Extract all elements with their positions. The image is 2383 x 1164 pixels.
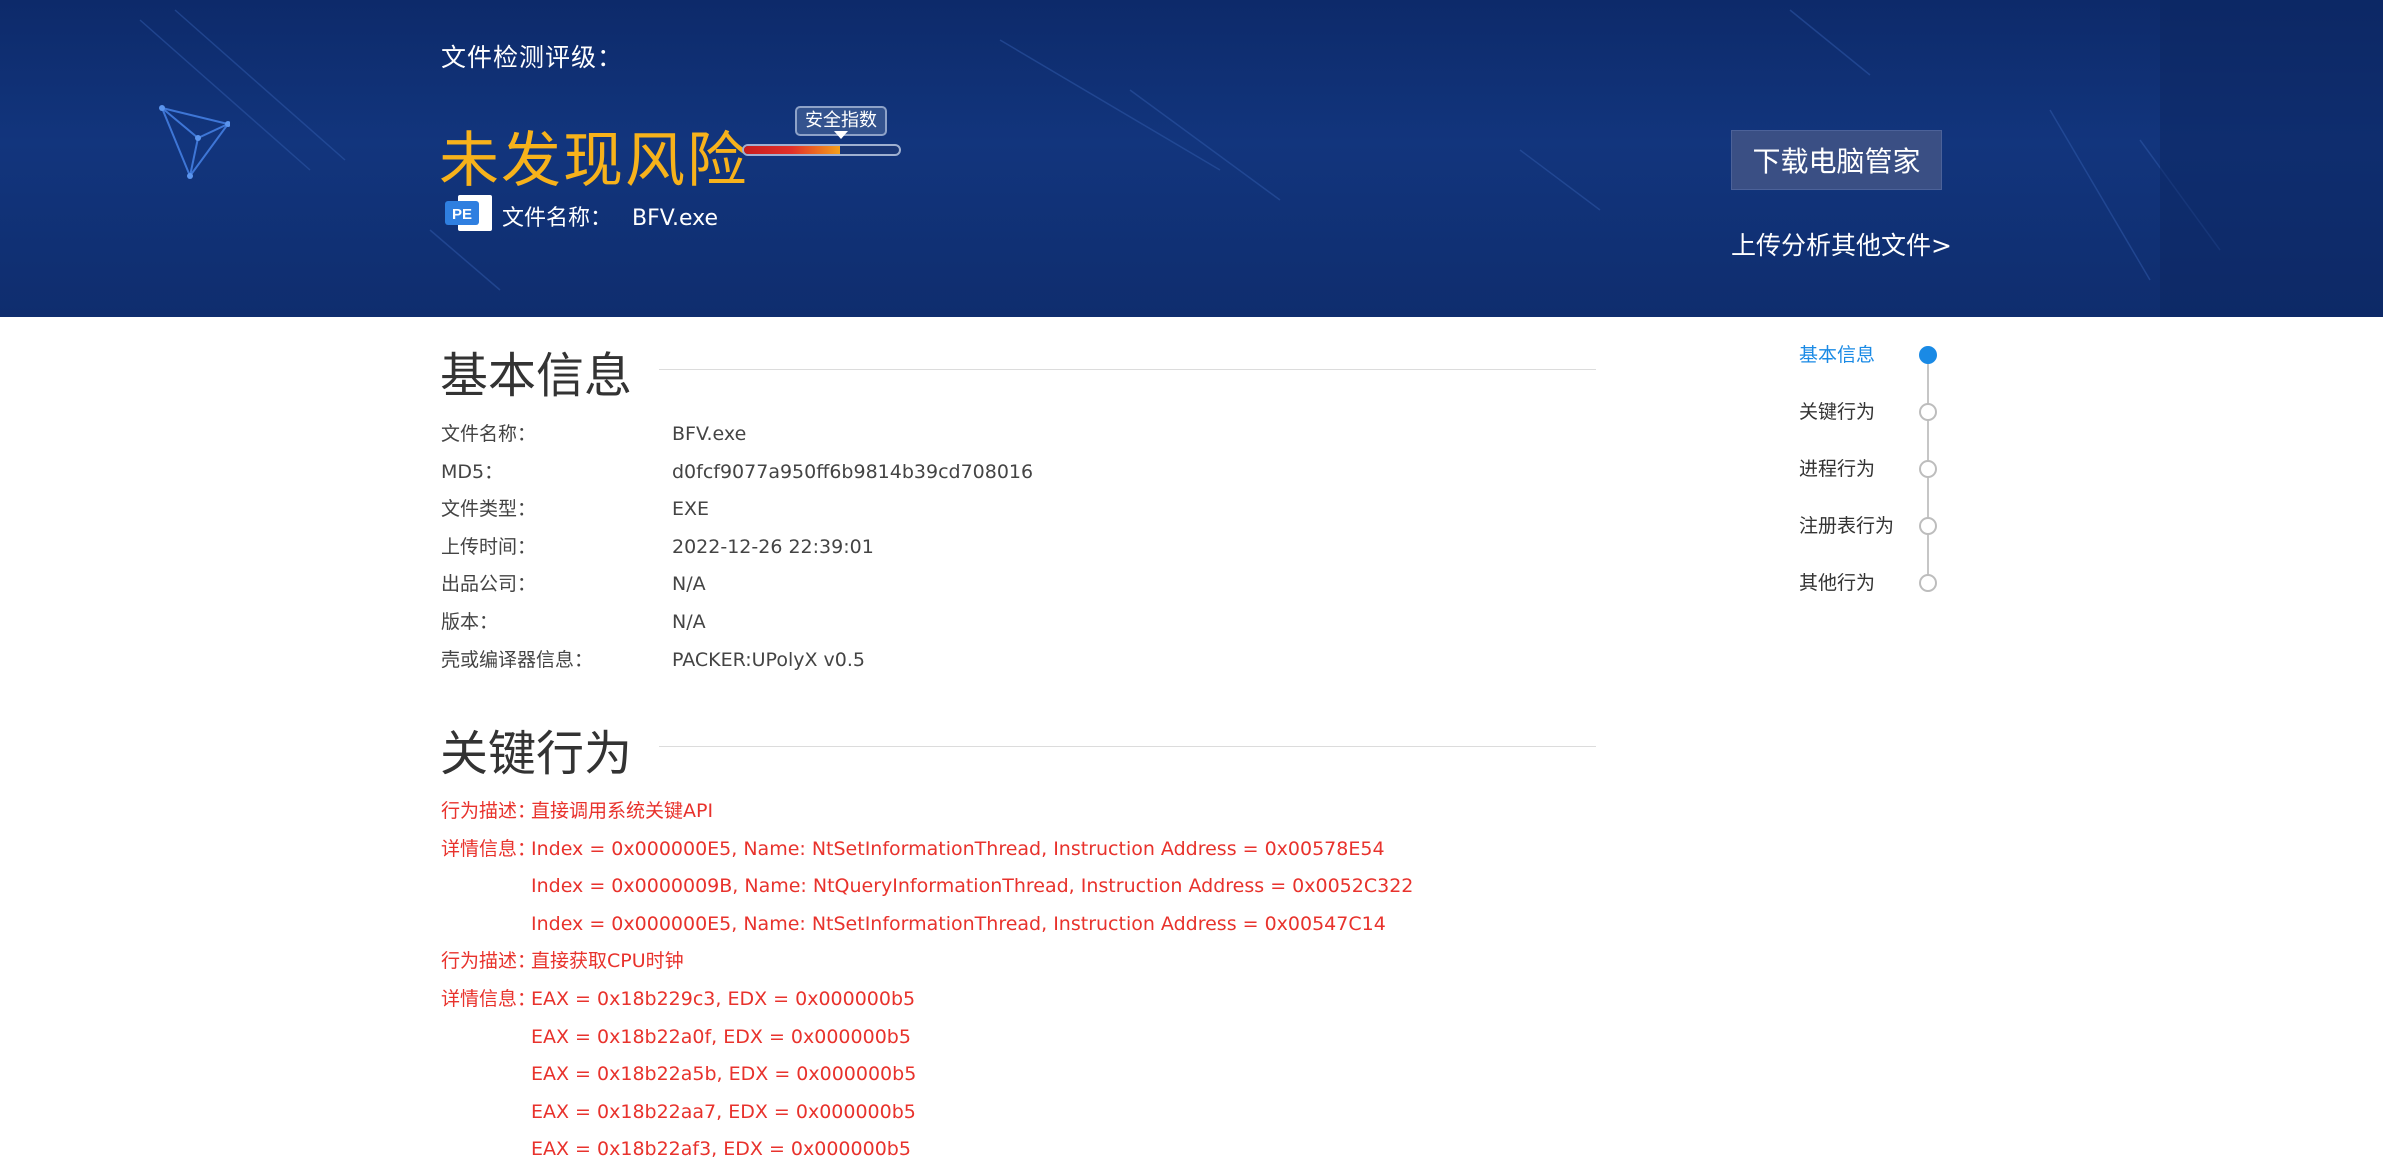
basic-info-row: MD5： d0fcf9077a950ff6b9814b39cd708016 bbox=[441, 457, 1033, 487]
behavior-value: EAX = 0x18b22a5b, EDX = 0x000000b5 bbox=[531, 1063, 917, 1086]
basic-info-row: 文件名称： BFV.exe bbox=[441, 419, 746, 449]
behavior-row: EAX = 0x18b22a5b, EDX = 0x000000b5 bbox=[441, 1059, 916, 1089]
basic-info-value: 2022-12-26 22:39:01 bbox=[672, 535, 874, 558]
basic-info-row: 文件类型： EXE bbox=[441, 494, 709, 524]
basic-info-label: 文件名称： bbox=[441, 423, 537, 445]
behavior-value: EAX = 0x18b229c3, EDX = 0x000000b5 bbox=[531, 988, 916, 1010]
basic-info-label: MD5： bbox=[441, 460, 504, 483]
basic-info-label: 文件类型： bbox=[441, 498, 537, 521]
basic-info-row: 上传时间： 2022-12-26 22:39:01 bbox=[441, 532, 874, 562]
behavior-value: Index = 0x0000009B, Name: NtQueryInforma… bbox=[531, 875, 1414, 898]
behavior-row: EAX = 0x18b22a0f, EDX = 0x000000b5 bbox=[441, 1022, 911, 1052]
header-banner: 文件检测评级： 未发现风险 安全指数 PE 文件名称： BFV.exe 下载电脑管… bbox=[0, 0, 2383, 317]
score-badge-pointer bbox=[834, 131, 848, 139]
behavior-value: 直接调用系统关键API bbox=[531, 800, 714, 822]
basic-info-label: 壳或编译器信息： bbox=[441, 648, 594, 671]
behavior-label: 行为描述： bbox=[441, 950, 537, 973]
pe-file-icon: PE bbox=[445, 195, 492, 231]
download-pc-manager-button[interactable]: 下载电脑管家 bbox=[1731, 130, 1942, 190]
behavior-label: 详情信息： bbox=[441, 837, 537, 860]
behavior-value: Index = 0x000000E5, Name: NtSetInformati… bbox=[531, 912, 1386, 935]
file-name-value: BFV.exe bbox=[632, 206, 718, 231]
side-nav-dot[interactable] bbox=[1919, 574, 1937, 592]
basic-info-label: 出品公司： bbox=[441, 573, 537, 596]
basic-info-value: BFV.exe bbox=[672, 423, 747, 445]
behavior-row: Index = 0x000000E5, Name: NtSetInformati… bbox=[441, 909, 1386, 939]
basic-info-value: EXE bbox=[672, 498, 710, 521]
basic-info-value: d0fcf9077a950ff6b9814b39cd708016 bbox=[672, 460, 1034, 483]
behavior-row: 详情信息：EAX = 0x18b229c3, EDX = 0x000000b5 bbox=[441, 984, 915, 1014]
basic-info-row: 版本： N/A bbox=[441, 607, 706, 637]
behavior-row: 行为描述：直接调用系统关键API bbox=[441, 796, 713, 826]
behavior-value: EAX = 0x18b22af3, EDX = 0x000000b5 bbox=[531, 1138, 911, 1161]
pyramid-logo-icon bbox=[159, 105, 230, 179]
side-nav-dot[interactable] bbox=[1919, 346, 1937, 364]
behavior-label: 行为描述： bbox=[441, 800, 537, 822]
upload-other-file-link[interactable]: 上传分析其他文件> bbox=[1731, 226, 1952, 262]
key-behavior-divider bbox=[659, 746, 1596, 747]
file-name-label: 文件名称： bbox=[502, 206, 613, 231]
risk-result-title: 未发现风险 bbox=[439, 126, 749, 196]
behavior-value: Index = 0x000000E5, Name: NtSetInformati… bbox=[531, 837, 1385, 860]
side-nav-dot[interactable] bbox=[1919, 517, 1937, 535]
side-nav-dot[interactable] bbox=[1919, 460, 1937, 478]
pe-icon-text: PE bbox=[452, 206, 472, 223]
basic-info-value: N/A bbox=[672, 611, 706, 633]
behavior-row: EAX = 0x18b22aa7, EDX = 0x000000b5 bbox=[441, 1097, 916, 1127]
behavior-value: EAX = 0x18b22aa7, EDX = 0x000000b5 bbox=[531, 1100, 916, 1123]
behavior-row: 详情信息：Index = 0x000000E5, Name: NtSetInfo… bbox=[441, 834, 1385, 864]
behavior-label: 详情信息： bbox=[441, 988, 537, 1010]
behavior-value: 直接获取CPU时钟 bbox=[531, 950, 684, 973]
behavior-row: Index = 0x0000009B, Name: NtQueryInforma… bbox=[441, 871, 1413, 901]
behavior-value: EAX = 0x18b22a0f, EDX = 0x000000b5 bbox=[531, 1025, 911, 1048]
basic-info-row: 出品公司： N/A bbox=[441, 569, 706, 599]
basic-info-value: N/A bbox=[672, 573, 706, 596]
basic-info-heading: 基本信息 bbox=[440, 348, 633, 404]
behavior-row: EAX = 0x18b22af3, EDX = 0x000000b5 bbox=[441, 1134, 911, 1164]
rating-label: 文件检测评级： bbox=[441, 43, 624, 72]
safety-score-fill bbox=[744, 146, 841, 154]
basic-info-row: 壳或编译器信息： PACKER:UPolyX v0.5 bbox=[441, 645, 865, 675]
basic-info-label: 上传时间： bbox=[441, 535, 537, 558]
basic-info-label: 版本： bbox=[441, 611, 499, 633]
safety-score-bar bbox=[742, 144, 901, 156]
file-name-line: 文件名称： BFV.exe bbox=[502, 200, 718, 232]
behavior-row: 行为描述：直接获取CPU时钟 bbox=[441, 946, 684, 976]
basic-info-value: PACKER:UPolyX v0.5 bbox=[672, 648, 866, 671]
basic-info-divider bbox=[659, 369, 1596, 370]
key-behavior-heading: 关键行为 bbox=[440, 726, 633, 782]
banner-decoration bbox=[139, 0, 2383, 317]
side-nav-dot[interactable] bbox=[1919, 403, 1937, 421]
